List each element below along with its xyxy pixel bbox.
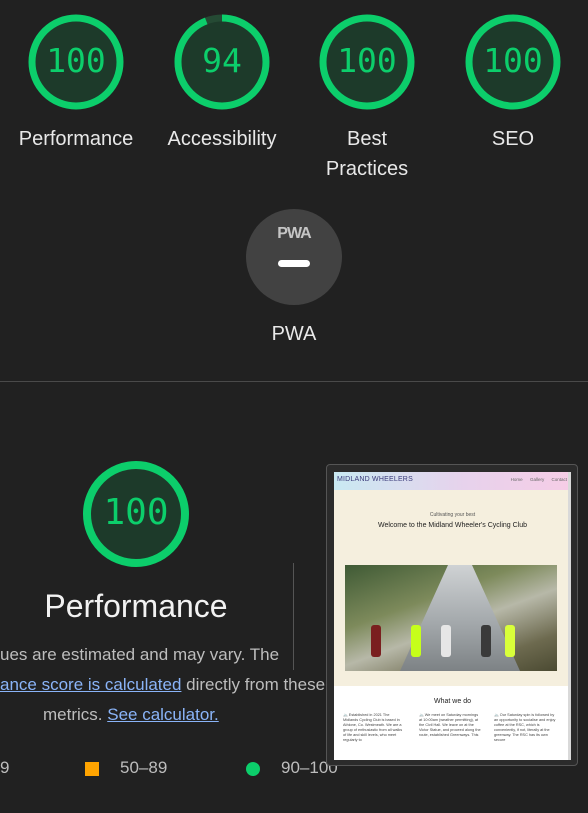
site-navbar: MIDLAND WHEELERS Home Gallery Contact [334, 472, 571, 490]
legend-average: 50–89 [120, 758, 168, 777]
metrics-text: metrics. [43, 705, 108, 724]
legend-average-square-icon [85, 762, 99, 776]
performance-detail-gauge: 100 [82, 460, 190, 568]
site-section-title: What we do [434, 698, 471, 705]
performance-detail-score: 100 [103, 492, 169, 533]
vertical-divider [293, 563, 294, 670]
site-brand: MIDLAND WHEELERS [337, 476, 413, 483]
pwa-logo-icon: PWA [277, 225, 311, 242]
seo-label: SEO [491, 128, 535, 150]
site-nav-links: Home Gallery Contact [505, 477, 567, 482]
performance-detail-title: Performance [44, 588, 228, 624]
performance-description-line1: ues are estimated and may vary. The [0, 645, 280, 664]
site-column-1: 🚲 Established in 2021 The Midlands Cycli… [343, 713, 403, 742]
accessibility-gauge[interactable]: 94 [174, 14, 270, 110]
performance-description-line3: metrics. See calculator. [43, 705, 219, 725]
photo-rider [411, 625, 421, 657]
final-screenshot[interactable]: MIDLAND WHEELERS Home Gallery Contact Cu… [326, 464, 578, 766]
accessibility-score: 94 [202, 41, 242, 80]
photo-rider [481, 625, 491, 657]
site-nav-home: Home [510, 477, 523, 482]
site-nav-gallery: Gallery [529, 477, 545, 482]
seo-gauge[interactable]: 100 [465, 14, 561, 110]
site-what-we-do-section: What we do 🚲 Established in 2021 The Mid… [334, 686, 571, 760]
photo-rider [371, 625, 381, 657]
performance-score: 100 [46, 41, 106, 80]
site-nav-contact: Contact [551, 477, 567, 482]
pwa-label: PWA [271, 323, 317, 345]
site-tagline: Cultivating your best [429, 512, 476, 518]
section-divider [0, 381, 588, 382]
pwa-not-applicable-icon [278, 260, 310, 267]
site-column-2: 🚲 We meet on Saturday mornings at 10:00a… [419, 713, 481, 737]
performance-gauge[interactable]: 100 [28, 14, 124, 110]
score-calculation-link[interactable]: ance score is calculated [0, 675, 181, 694]
photo-rider [505, 625, 515, 657]
performance-description-line2: ance score is calculated directly from t… [0, 675, 325, 695]
site-cyclists-photo [345, 565, 557, 671]
preview-scrollbar [568, 472, 571, 760]
best-practices-gauge[interactable]: 100 [319, 14, 415, 110]
see-calculator-link[interactable]: See calculator. [107, 705, 219, 724]
performance-description-text: directly from these [181, 675, 326, 694]
site-column-3: 🚲 Our Saturday spin is followed by an op… [494, 713, 556, 742]
performance-label: Performance [18, 128, 134, 150]
website-preview: MIDLAND WHEELERS Home Gallery Contact Cu… [334, 472, 571, 760]
pwa-badge[interactable]: PWA [246, 209, 342, 305]
legend-fail: 9 [0, 758, 10, 777]
photo-rider [441, 625, 451, 657]
best-practices-label: Best Practices [325, 128, 409, 180]
seo-score: 100 [483, 41, 543, 80]
accessibility-label: Accessibility [167, 128, 277, 150]
best-practices-score: 100 [337, 41, 397, 80]
site-welcome-heading: Welcome to the Midland Wheeler's Cycling… [377, 522, 528, 529]
legend-pass-circle-icon [246, 762, 260, 776]
